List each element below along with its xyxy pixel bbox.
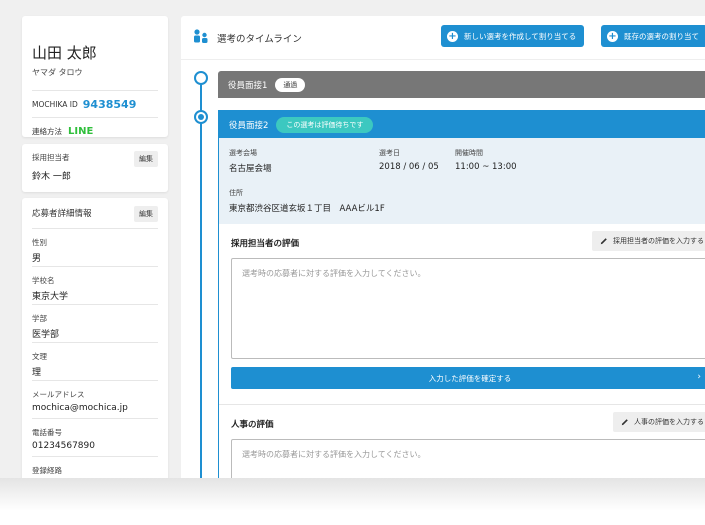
field-label: 登録経路 xyxy=(32,466,62,475)
field-value: 東京大学 xyxy=(32,292,69,302)
hr-eval-input-label: 人事の評価を入力する xyxy=(634,418,704,426)
venue-info: 選考会場 名古屋会場 xyxy=(229,148,272,174)
timeline-header: 選考のタイムライン + 新しい選考を作成して割り当てる + 既存の選考の割り当て xyxy=(181,16,705,60)
new-selection-label: 新しい選考を作成して割り当てる xyxy=(464,31,577,41)
time-info: 開催時間 11:00 ~ 13:00 xyxy=(455,148,517,172)
candidate-name: 山田 太郎 xyxy=(32,44,97,62)
timeline-title: 選考のタイムライン xyxy=(217,34,302,45)
time-label: 開催時間 xyxy=(455,149,483,157)
recruiter-value: 鈴木 一郎 xyxy=(32,172,71,182)
stage-2-status-badge: この選考は評価待ちです xyxy=(276,116,374,133)
stage-1-title: 役員面接1 xyxy=(228,80,268,91)
timeline-track xyxy=(200,78,202,480)
address-info: 住所 東京都渋谷区道玄坂１丁目 AAAビル1F xyxy=(229,188,385,214)
stage-2-header[interactable]: 役員面接2 この選考は評価待ちです xyxy=(219,111,705,138)
stage-2-info: 選考会場 名古屋会場 選考日 2018 / 06 / 05 開催時間 11:00… xyxy=(219,138,705,224)
field-value: 01234567890 xyxy=(32,441,95,451)
confirm-eval-label: 入力した評価を確定する xyxy=(428,373,512,383)
bottom-fade xyxy=(0,478,705,525)
field-label: 電話番号 xyxy=(32,428,62,437)
detail-field-source: 登録経路 xyxy=(32,456,158,480)
field-label: 文理 xyxy=(32,352,47,361)
field-label: 学校名 xyxy=(32,276,55,285)
pencil-icon xyxy=(621,419,628,426)
details-card: 応募者詳細情報 編集 性別 男 学校名 東京大学 学部 医学部 文理 理 メール… xyxy=(22,198,168,480)
details-heading-text: 応募者詳細情報 xyxy=(32,209,92,219)
plus-icon: + xyxy=(447,30,458,42)
recruiter-eval-section: 採用担当者の評価 採用担当者の評価を入力する 選考時の応募者に対する評価を入力し… xyxy=(219,224,705,404)
date-info: 選考日 2018 / 06 / 05 xyxy=(379,148,439,172)
detail-field-school: 学校名 東京大学 xyxy=(32,266,158,304)
confirm-eval-button[interactable]: 入力した評価を確定する › xyxy=(231,367,705,389)
mochika-id-row: MOCHIKA ID 9438549 xyxy=(32,91,158,117)
detail-field-gender: 性別 男 xyxy=(32,228,158,266)
details-edit-button[interactable]: 編集 xyxy=(134,206,158,222)
hr-eval-textarea[interactable]: 選考時の応募者に対する評価を入力してください。 xyxy=(231,439,705,480)
assign-existing-label: 既存の選考の割り当て xyxy=(624,31,699,41)
contact-row: 連絡方法 LINE xyxy=(32,118,158,144)
timeline-icon xyxy=(194,29,208,43)
contact-label: 連絡方法 xyxy=(32,126,62,136)
field-value: mochica@mochica.jp xyxy=(32,403,128,413)
pencil-icon xyxy=(600,238,607,245)
field-label: メールアドレス xyxy=(32,390,85,399)
hr-eval-section: 人事の評価 人事の評価を入力する 選考時の応募者に対する評価を入力してください。 xyxy=(219,405,705,480)
stage-2-card: 役員面接2 この選考は評価待ちです 選考会場 名古屋会場 選考日 2018 / … xyxy=(218,110,705,480)
recruiter-card: 採用担当者 編集 鈴木 一郎 xyxy=(22,144,168,192)
address-label: 住所 xyxy=(229,189,243,197)
date-value: 2018 / 06 / 05 xyxy=(379,162,439,172)
time-value: 11:00 ~ 13:00 xyxy=(455,162,517,172)
timeline-panel: 選考のタイムライン + 新しい選考を作成して割り当てる + 既存の選考の割り当て… xyxy=(181,16,705,480)
stage-1-status-badge: 通過 xyxy=(275,77,306,92)
field-value: 理 xyxy=(32,368,42,378)
detail-field-email: メールアドレス mochica@mochica.jp xyxy=(32,380,158,418)
hr-eval-title: 人事の評価 xyxy=(231,420,274,430)
recruiter-edit-button[interactable]: 編集 xyxy=(134,151,158,167)
detail-field-faculty: 学部 医学部 xyxy=(32,304,158,342)
detail-field-phone: 電話番号 01234567890 xyxy=(32,418,158,456)
venue-label: 選考会場 xyxy=(229,149,257,157)
app-stage: 山田 太郎 ヤマダ タロウ MOCHIKA ID 9438549 連絡方法 LI… xyxy=(0,0,705,480)
recruiter-eval-input-button[interactable]: 採用担当者の評価を入力する xyxy=(592,231,705,251)
recruiter-eval-title: 採用担当者の評価 xyxy=(231,239,300,249)
venue-value: 名古屋会場 xyxy=(229,164,272,174)
new-selection-button[interactable]: + 新しい選考を作成して割り当てる xyxy=(441,25,585,47)
candidate-card: 山田 太郎 ヤマダ タロウ MOCHIKA ID 9438549 連絡方法 LI… xyxy=(22,16,168,137)
recruiter-eval-textarea[interactable]: 選考時の応募者に対する評価を入力してください。 xyxy=(231,258,705,359)
candidate-kana: ヤマダ タロウ xyxy=(32,68,83,77)
assign-existing-button[interactable]: + 既存の選考の割り当て xyxy=(601,25,705,47)
address-value: 東京都渋谷区道玄坂１丁目 AAAビル1F xyxy=(229,204,385,214)
field-value: 男 xyxy=(32,254,42,264)
detail-field-track: 文理 理 xyxy=(32,342,158,380)
contact-value: LINE xyxy=(68,125,94,137)
mochika-id-label: MOCHIKA ID xyxy=(32,99,78,109)
date-label: 選考日 xyxy=(379,149,400,157)
details-heading: 応募者詳細情報 編集 xyxy=(32,198,158,228)
stage-1-header[interactable]: 役員面接1 通過 xyxy=(218,71,705,98)
timeline-node-stage1 xyxy=(194,71,208,85)
plus-icon: + xyxy=(607,30,618,42)
chevron-right-icon: › xyxy=(697,372,701,382)
timeline-node-stage2 xyxy=(194,110,208,124)
field-label: 学部 xyxy=(32,314,47,323)
hr-eval-input-button[interactable]: 人事の評価を入力する xyxy=(613,412,705,432)
stage-2-title: 役員面接2 xyxy=(229,120,269,131)
field-label: 性別 xyxy=(32,238,47,247)
recruiter-eval-input-label: 採用担当者の評価を入力する xyxy=(613,237,704,245)
mochika-id-value: 9438549 xyxy=(82,97,137,111)
field-value: 医学部 xyxy=(32,330,60,340)
